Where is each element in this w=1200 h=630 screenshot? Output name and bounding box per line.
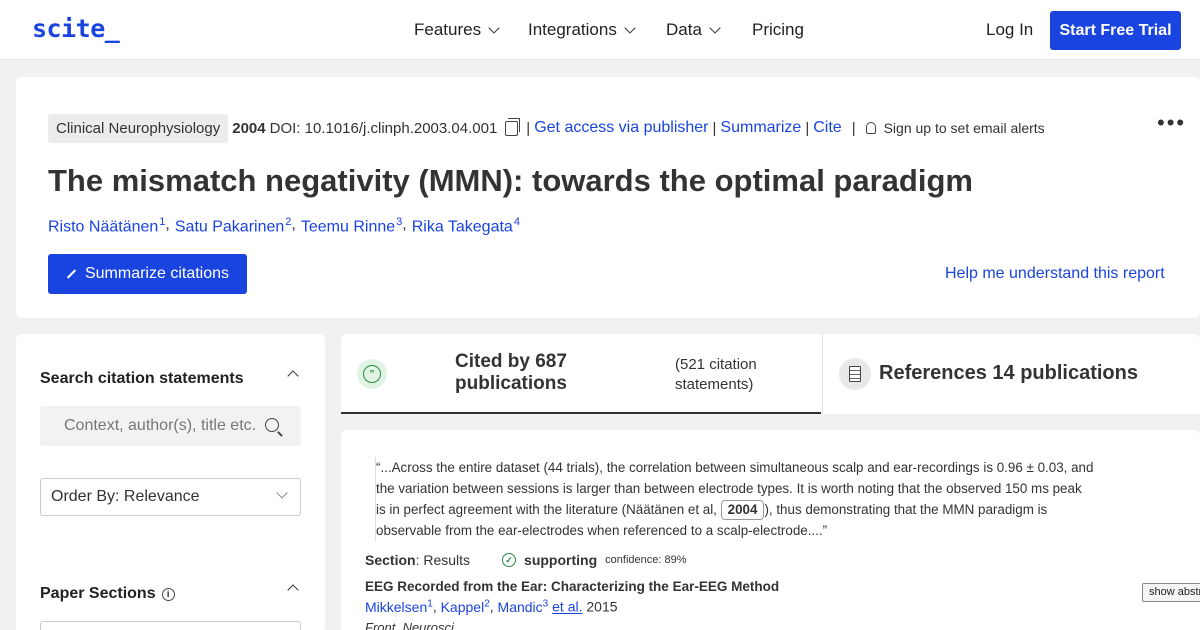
citing-paper-authors: Mikkelsen1, Kappel2, Mandic3 et al. 2015 (365, 598, 618, 615)
confidence-score: confidence: 89% (605, 554, 687, 566)
show-abstract-button[interactable]: show abstract (1142, 583, 1200, 602)
author-link[interactable]: Mandic3 (498, 598, 549, 615)
publication-year: 2004 (232, 119, 266, 137)
chevron-down-icon (276, 487, 288, 499)
summarize-link[interactable]: Summarize (720, 119, 801, 137)
author-link[interactable]: Satu Pakarinen2 (175, 216, 292, 236)
author-link[interactable]: Mikkelsen1 (365, 598, 433, 615)
nav-features[interactable]: Features (414, 20, 500, 40)
scite-logo[interactable]: scite_ (32, 14, 120, 43)
paper-sections-heading[interactable]: Paper Sections i (40, 585, 175, 603)
bell-icon[interactable] (865, 122, 876, 134)
tab-cited-by[interactable]: ” Cited by 687 publications (521 citatio… (341, 334, 821, 414)
order-by-select[interactable]: Order By: Relevance (40, 478, 301, 516)
citing-paper-journal: Front. Neurosci. (365, 620, 458, 630)
chevron-down-icon (624, 22, 636, 34)
journal-badge[interactable]: Clinical Neurophysiology (48, 113, 229, 143)
check-circle-icon: ✓ (502, 553, 517, 567)
paper-header-card: Clinical Neurophysiology 2004 DOI: 10.10… (16, 77, 1200, 318)
paper-meta-row: Clinical Neurophysiology 2004 DOI: 10.10… (48, 112, 1045, 144)
chevron-down-icon (709, 22, 721, 34)
filter-sidebar: Search citation statements Order By: Rel… (16, 334, 325, 630)
top-navigation: scite_ Features Integrations Data Pricin… (0, 0, 1200, 60)
search-icon[interactable] (265, 418, 279, 432)
quote-icon: ” (357, 359, 387, 389)
chevron-up-icon[interactable] (287, 584, 299, 596)
tab-references[interactable]: References 14 publications (822, 334, 1200, 414)
search-statements-heading[interactable]: Search citation statements (40, 370, 244, 388)
start-free-trial-button[interactable]: Start Free Trial (1050, 11, 1181, 50)
summarize-citations-button[interactable]: Summarize citations (48, 254, 247, 294)
magic-wand-icon (66, 269, 77, 279)
email-alerts-link[interactable]: Sign up to set email alerts (884, 120, 1045, 136)
chevron-down-icon (488, 22, 500, 34)
sections-select[interactable] (40, 621, 301, 630)
nav-pricing[interactable]: Pricing (752, 20, 804, 40)
citation-quote: “...Across the entire dataset (44 trials… (375, 457, 1095, 541)
doi-text: DOI: 10.1016/j.clinph.2003.04.001 (269, 119, 498, 137)
nav-data[interactable]: Data (666, 20, 721, 40)
search-box (40, 406, 301, 446)
citation-search-input[interactable] (40, 406, 260, 446)
info-icon[interactable]: i (161, 587, 175, 601)
et-al-link[interactable]: et al. (552, 599, 582, 615)
citation-section-row: Section: Results ✓ supporting confidence… (365, 552, 687, 568)
citing-paper-title[interactable]: EEG Recorded from the Ear: Characterizin… (365, 579, 779, 594)
more-options-icon[interactable]: ••• (1157, 110, 1186, 136)
author-link[interactable]: Risto Näätänen1 (48, 216, 165, 236)
author-link[interactable]: Rika Takegata4 (412, 216, 520, 236)
citation-tabs: ” Cited by 687 publications (521 citatio… (341, 334, 1200, 414)
year-badge[interactable]: 2004 (720, 500, 765, 520)
author-link[interactable]: Kappel2 (441, 598, 490, 615)
help-understand-link[interactable]: Help me understand this report (945, 265, 1165, 283)
paper-title: The mismatch negativity (MMN): towards t… (48, 163, 973, 198)
author-list: Risto Näätänen1, Satu Pakarinen2, Teemu … (48, 216, 520, 236)
copy-icon[interactable] (505, 117, 521, 136)
get-access-link[interactable]: Get access via publisher (534, 119, 708, 137)
document-icon (839, 358, 871, 390)
citation-statement-card: “...Across the entire dataset (44 trials… (341, 430, 1200, 630)
login-link[interactable]: Log In (986, 20, 1033, 40)
citation-type: supporting (524, 552, 598, 568)
author-link[interactable]: Teemu Rinne3 (301, 216, 402, 236)
nav-integrations[interactable]: Integrations (528, 20, 636, 40)
cite-link[interactable]: Cite (813, 119, 841, 137)
chevron-up-icon[interactable] (287, 370, 299, 382)
